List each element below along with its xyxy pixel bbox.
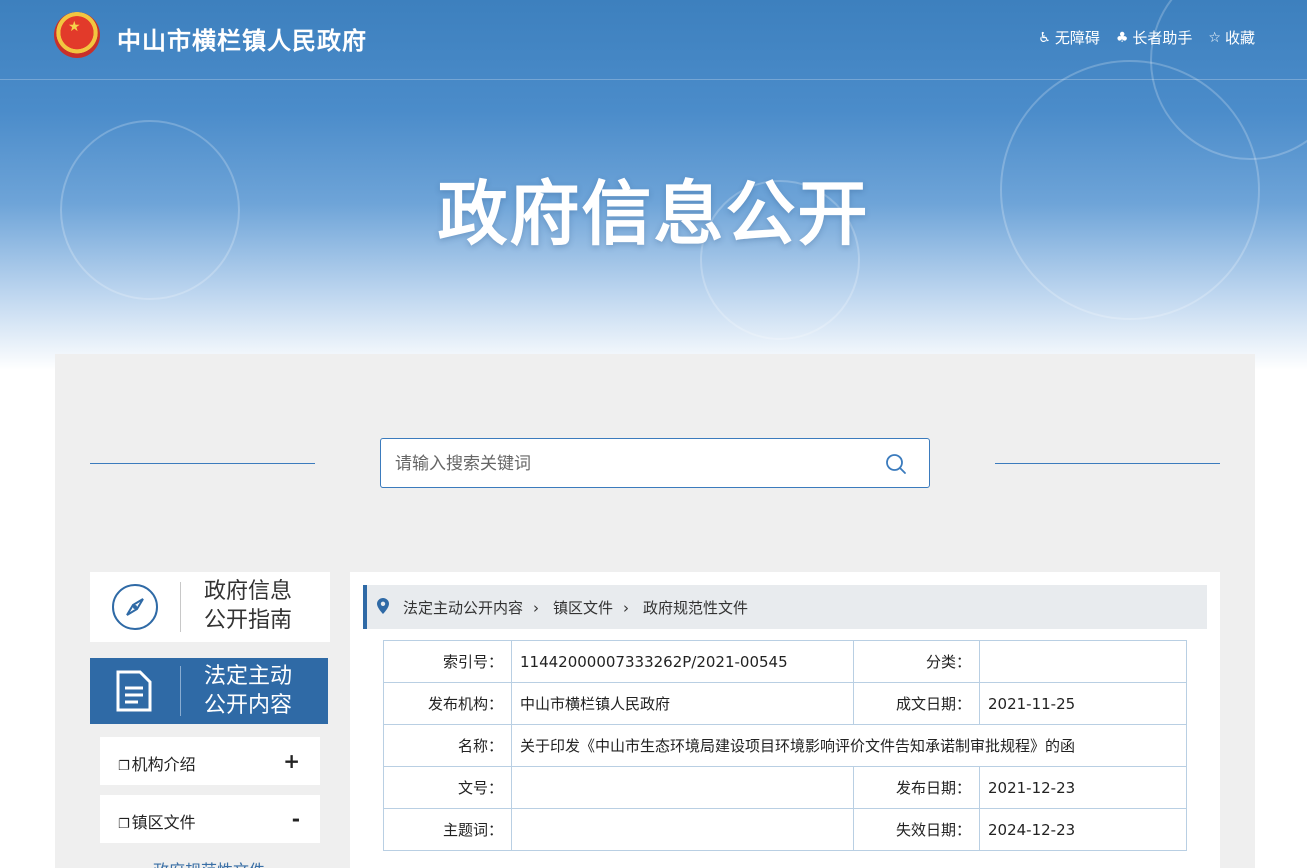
document-meta-table: 索引号： 11442000007333262P/2021-00545 分类： 发…	[383, 640, 1187, 851]
breadcrumb-item[interactable]: 法定主动公开内容	[403, 597, 523, 618]
keywords-value	[511, 808, 854, 851]
page-icon: ❐	[118, 759, 130, 774]
category-label: 分类：	[853, 640, 980, 683]
elder-assistant-label: 长者助手	[1132, 29, 1193, 47]
divider-left	[90, 463, 315, 464]
chevron-right-icon: ›	[533, 598, 540, 617]
accessibility-link[interactable]: ♿ 无障碍	[1038, 27, 1100, 48]
guide-label: 政府信息 公开指南	[204, 577, 324, 635]
guide-label-line1: 政府信息	[204, 579, 293, 604]
breadcrumb-item[interactable]: 镇区文件	[553, 597, 613, 618]
sidebar-item-label: ❐ 镇区文件	[118, 813, 196, 832]
search-box	[380, 438, 930, 488]
content-area: 法定主动公开内容 › 镇区文件 › 政府规范性文件 索引号： 114420000…	[350, 572, 1220, 868]
page-icon: ❐	[118, 817, 130, 832]
legal-label-line1: 法定主动	[204, 664, 293, 689]
index-label: 索引号：	[383, 640, 512, 683]
accessibility-label: 无障碍	[1054, 29, 1100, 47]
created-date-label: 成文日期：	[853, 682, 980, 725]
document-icon	[116, 670, 152, 712]
favorite-label: 收藏	[1224, 29, 1255, 47]
top-bar: ★ 中山市横栏镇人民政府 ♿ 无障碍 ♣ 长者助手 ☆ 收藏	[0, 0, 1307, 80]
separator	[180, 666, 181, 716]
location-pin-icon	[377, 598, 389, 614]
legal-label-line2: 公开内容	[204, 693, 293, 718]
main-panel: 政府信息 公开指南 法定主动 公开内容 ❐机构介绍 + ❐镇区文件 - 政府规范…	[55, 354, 1255, 868]
compass-icon	[112, 584, 158, 630]
sidebar-item-org-intro[interactable]: ❐ 机构介绍 +	[100, 737, 320, 785]
table-row: 发布机构： 中山市横栏镇人民政府 成文日期： 2021-11-25	[383, 682, 1187, 725]
legal-label: 法定主动 公开内容	[204, 662, 324, 720]
national-emblem-icon: ★	[54, 12, 100, 58]
chevron-right-icon: ›	[623, 598, 630, 617]
sidebar-item-label: ❐ 机构介绍	[118, 755, 196, 774]
table-row: 主题词： 失效日期： 2024-12-23	[383, 808, 1187, 851]
sidebar-item-town-docs[interactable]: ❐ 镇区文件 -	[100, 795, 320, 843]
search-input[interactable]	[395, 451, 875, 477]
breadcrumb-item[interactable]: 政府规范性文件	[643, 597, 748, 618]
header-banner: ★ 中山市横栏镇人民政府 ♿ 无障碍 ♣ 长者助手 ☆ 收藏 政府信息公开	[0, 0, 1307, 370]
collapse-toggle[interactable]: -	[292, 807, 300, 831]
site-title[interactable]: 中山市横栏镇人民政府	[117, 21, 367, 56]
published-date-value: 2021-12-23	[979, 766, 1187, 809]
top-links: ♿ 无障碍 ♣ 长者助手 ☆ 收藏	[1038, 27, 1255, 48]
expiry-date-value: 2024-12-23	[979, 808, 1187, 851]
table-row: 文号： 发布日期： 2021-12-23	[383, 766, 1187, 809]
publisher-value: 中山市横栏镇人民政府	[511, 682, 854, 725]
category-value	[979, 640, 1187, 683]
index-value: 11442000007333262P/2021-00545	[511, 640, 854, 683]
elder-icon: ♣	[1115, 29, 1129, 46]
doc-number-value	[511, 766, 854, 809]
breadcrumb: 法定主动公开内容 › 镇区文件 › 政府规范性文件	[363, 585, 1207, 629]
elder-assistant-link[interactable]: ♣ 长者助手	[1116, 27, 1193, 48]
expiry-date-label: 失效日期：	[853, 808, 980, 851]
name-value: 关于印发《中山市生态环境局建设项目环境影响评价文件告知承诺制审批规程》的函	[511, 724, 1187, 767]
wheelchair-icon: ♿	[1038, 29, 1051, 46]
created-date-value: 2021-11-25	[979, 682, 1187, 725]
published-date-label: 发布日期：	[853, 766, 980, 809]
guide-card[interactable]: 政府信息 公开指南	[90, 572, 330, 642]
search-icon[interactable]	[885, 453, 907, 475]
table-row: 名称： 关于印发《中山市生态环境局建设项目环境影响评价文件告知承诺制审批规程》的…	[383, 724, 1187, 767]
doc-number-label: 文号：	[383, 766, 512, 809]
hero-title: 政府信息公开	[437, 173, 870, 255]
favorite-link[interactable]: ☆ 收藏	[1208, 27, 1255, 48]
star-icon: ☆	[1208, 29, 1221, 46]
expand-toggle[interactable]: +	[283, 749, 300, 773]
guide-label-line2: 公开指南	[204, 608, 293, 633]
table-row: 索引号： 11442000007333262P/2021-00545 分类：	[383, 640, 1187, 683]
name-label: 名称：	[383, 724, 512, 767]
divider-right	[995, 463, 1220, 464]
legal-content-card[interactable]: 法定主动 公开内容	[90, 658, 328, 724]
keywords-label: 主题词：	[383, 808, 512, 851]
sidebar-subitem-normative-docs[interactable]: 政府规范性文件	[153, 857, 265, 868]
separator	[180, 582, 181, 632]
publisher-label: 发布机构：	[383, 682, 512, 725]
